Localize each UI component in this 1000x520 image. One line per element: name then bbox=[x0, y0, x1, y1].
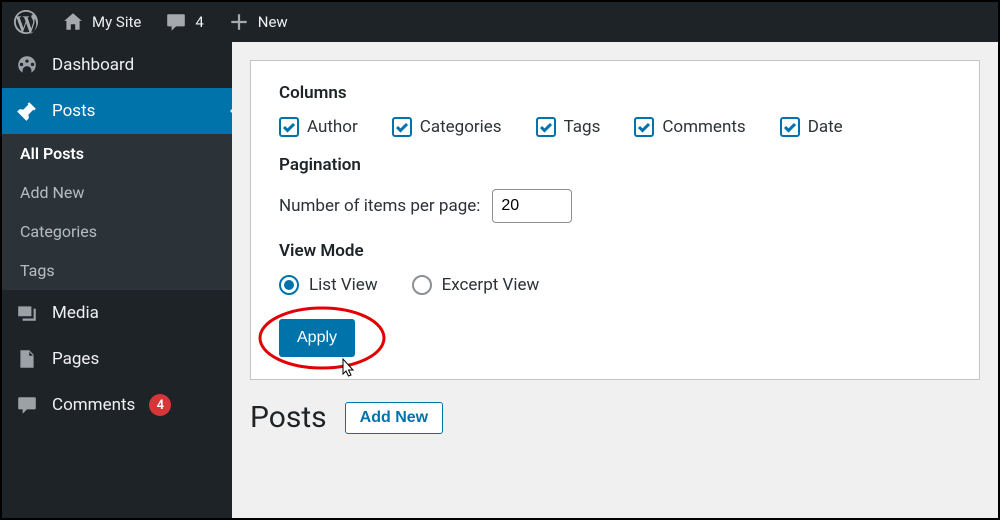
checkbox-icon bbox=[392, 117, 412, 137]
columns-section: Columns Author Categories Tags Comments bbox=[279, 83, 951, 137]
plus-icon bbox=[228, 11, 250, 33]
checkbox-icon bbox=[536, 117, 556, 137]
checkbox-label: Author bbox=[307, 117, 358, 137]
comment-icon bbox=[165, 11, 187, 33]
checkbox-icon bbox=[780, 117, 800, 137]
admin-sidebar: Dashboard Posts All Posts Add New Catego… bbox=[2, 42, 232, 518]
radio-label: List View bbox=[309, 275, 378, 295]
sidebar-label: Comments bbox=[52, 395, 135, 415]
comments-count: 4 bbox=[195, 13, 203, 31]
home-icon bbox=[62, 11, 84, 33]
sidebar-label: Dashboard bbox=[52, 55, 134, 75]
checkbox-label: Categories bbox=[420, 117, 502, 137]
site-link[interactable]: My Site bbox=[50, 2, 153, 42]
new-label: New bbox=[258, 13, 288, 31]
viewmode-radios: List View Excerpt View bbox=[279, 275, 951, 295]
radio-label: Excerpt View bbox=[442, 275, 540, 295]
excerpt-view-radio[interactable]: Excerpt View bbox=[412, 275, 540, 295]
columns-heading: Columns bbox=[279, 83, 951, 103]
cursor-icon bbox=[337, 357, 357, 385]
submenu-categories[interactable]: Categories bbox=[2, 212, 232, 251]
page-title: Posts bbox=[250, 400, 327, 435]
sidebar-item-comments[interactable]: Comments 4 bbox=[2, 382, 232, 428]
admin-bar: My Site 4 New bbox=[2, 2, 998, 42]
comments-link[interactable]: 4 bbox=[153, 2, 215, 42]
checkbox-label: Tags bbox=[564, 117, 601, 137]
columns-checkboxes: Author Categories Tags Comments Date bbox=[279, 117, 951, 137]
apply-button[interactable]: Apply bbox=[279, 319, 355, 357]
viewmode-heading: View Mode bbox=[279, 241, 951, 261]
sidebar-label: Posts bbox=[52, 101, 95, 121]
pages-icon bbox=[16, 348, 38, 370]
checkbox-label: Date bbox=[808, 117, 843, 137]
sidebar-label: Media bbox=[52, 303, 99, 323]
checkbox-label: Comments bbox=[662, 117, 745, 137]
sub-label: Categories bbox=[20, 222, 97, 241]
list-view-radio[interactable]: List View bbox=[279, 275, 378, 295]
wp-logo[interactable] bbox=[2, 2, 50, 42]
page-heading-row: Posts Add New bbox=[250, 400, 980, 435]
submenu-add-new[interactable]: Add New bbox=[2, 173, 232, 212]
sidebar-item-pages[interactable]: Pages bbox=[2, 336, 232, 382]
checkbox-icon bbox=[279, 117, 299, 137]
media-icon bbox=[16, 302, 38, 324]
pagination-section: Pagination Number of items per page: bbox=[279, 155, 951, 223]
column-comments-checkbox[interactable]: Comments bbox=[634, 117, 745, 137]
screen-options-panel: Columns Author Categories Tags Comments bbox=[250, 60, 980, 380]
submenu-all-posts[interactable]: All Posts bbox=[2, 134, 232, 173]
posts-submenu: All Posts Add New Categories Tags bbox=[2, 134, 232, 290]
submenu-tags[interactable]: Tags bbox=[2, 251, 232, 290]
add-new-button[interactable]: Add New bbox=[345, 402, 443, 434]
column-categories-checkbox[interactable]: Categories bbox=[392, 117, 502, 137]
column-author-checkbox[interactable]: Author bbox=[279, 117, 358, 137]
column-tags-checkbox[interactable]: Tags bbox=[536, 117, 601, 137]
comments-icon bbox=[16, 394, 38, 416]
apply-wrap: Apply bbox=[279, 319, 355, 357]
per-page-label: Number of items per page: bbox=[279, 196, 480, 216]
sidebar-item-media[interactable]: Media bbox=[2, 290, 232, 336]
wordpress-icon bbox=[14, 10, 38, 34]
per-page-field: Number of items per page: bbox=[279, 189, 951, 223]
sidebar-item-dashboard[interactable]: Dashboard bbox=[2, 42, 232, 88]
pagination-heading: Pagination bbox=[279, 155, 951, 175]
viewmode-section: View Mode List View Excerpt View bbox=[279, 241, 951, 295]
sidebar-label: Pages bbox=[52, 349, 99, 369]
comments-badge: 4 bbox=[149, 394, 171, 416]
per-page-input[interactable] bbox=[492, 189, 572, 223]
column-date-checkbox[interactable]: Date bbox=[780, 117, 843, 137]
sub-label: Tags bbox=[20, 261, 55, 280]
checkbox-icon bbox=[634, 117, 654, 137]
radio-icon bbox=[412, 275, 432, 295]
new-link[interactable]: New bbox=[216, 2, 300, 42]
sub-label: Add New bbox=[20, 183, 84, 202]
dashboard-icon bbox=[16, 54, 38, 76]
site-name-label: My Site bbox=[92, 13, 141, 31]
sub-label: All Posts bbox=[20, 144, 84, 163]
pin-icon bbox=[16, 100, 38, 122]
radio-icon bbox=[279, 275, 299, 295]
main-content: Columns Author Categories Tags Comments bbox=[232, 42, 998, 518]
sidebar-item-posts[interactable]: Posts bbox=[2, 88, 232, 134]
